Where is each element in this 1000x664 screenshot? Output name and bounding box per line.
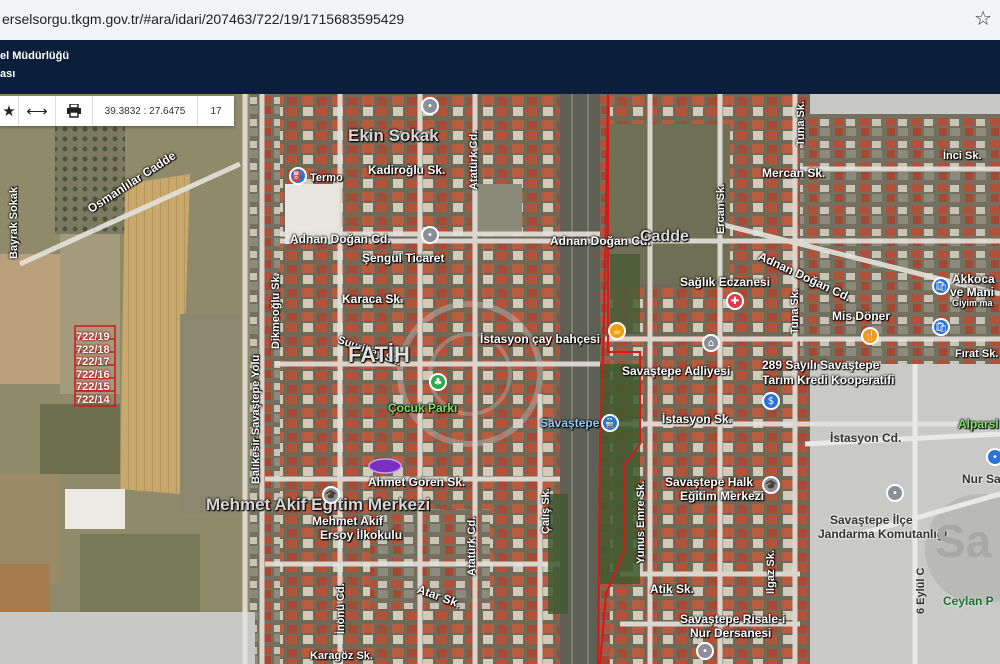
district-label: FATİH — [348, 342, 410, 367]
poi-label: Nur Dersanesi — [690, 626, 772, 640]
street-label: Ercan Sk. — [715, 183, 727, 234]
street-label: Bayrak Sokak — [8, 186, 20, 259]
street-label: Balıkesir Savaştepe Yolu — [250, 354, 262, 484]
train-station-icon[interactable]: 🚆 — [601, 414, 619, 432]
street-label: Tuna Sk. — [789, 288, 801, 334]
header-subtitle: ası — [0, 68, 16, 80]
coordinate-readout: 39.3832 : 27.6475 — [93, 96, 198, 126]
street-label: İstasyon Sk. — [662, 412, 733, 426]
street-label: Ahmet Gören Sk. — [368, 475, 466, 489]
street-label: Atatürk Cd. — [466, 516, 478, 576]
location-pin-icon[interactable]: • — [421, 97, 439, 115]
street-label: Cadde — [640, 228, 689, 245]
poi-label: ve Mani — [950, 285, 995, 299]
parcel-label[interactable]: 722/18 — [76, 344, 110, 357]
street-label: Karagöz Sk. — [310, 650, 373, 662]
poi-label: Mehmet Akif — [312, 514, 383, 528]
location-pin-icon[interactable]: • — [421, 226, 439, 244]
street-label: İnönü Cd. — [335, 583, 347, 634]
street-label: Kadiroğlu Sk. — [368, 163, 446, 177]
street-label: Çalış Sk. — [540, 488, 552, 534]
street-label: Atik Sk. — [650, 582, 695, 596]
poi-label: 289 Sayılı Savaştepe — [762, 358, 880, 372]
street-label: Ekin Sokak — [348, 126, 439, 145]
map-toolbar: ★ ⟷ 39.3832 : 27.6475 17 — [0, 96, 234, 126]
poi-label: Alparsl — [958, 417, 999, 431]
parcel-label[interactable]: 722/16 — [76, 369, 110, 382]
courthouse-icon[interactable]: ⌂ — [702, 334, 720, 352]
poi-label: Ceylan P — [943, 594, 994, 608]
url-text[interactable]: erselsorgu.tkgm.gov.tr/#ara/idari/207463… — [2, 11, 404, 27]
poi-label: Tarım Kredi Kooperatifi — [762, 373, 895, 387]
district-label: Sa — [935, 515, 992, 567]
poi-label: Mehmet Akif Eğitim Merkezi — [206, 495, 431, 514]
gas-station-icon[interactable]: ⛽ — [289, 167, 307, 185]
poi-label: Giyim ma — [952, 298, 993, 308]
street-label: 6 Eylül C — [915, 567, 927, 614]
poi-label: Savaştepe — [540, 416, 600, 430]
poi-label: Mis Döner — [832, 309, 891, 323]
street-label: Adnan Doğan Cd. — [550, 234, 651, 248]
location-pin-icon[interactable]: • — [696, 642, 714, 660]
bank-icon[interactable]: $ — [762, 392, 780, 410]
poi-label: Savaştepe Adliyesi — [622, 364, 731, 378]
restaurant-icon[interactable]: 🍴 — [861, 327, 879, 345]
poi-label: İstasyon çay bahçesi — [480, 332, 601, 346]
school-icon[interactable]: 🎓 — [322, 486, 340, 504]
street-label: Fırat Sk. — [955, 348, 999, 360]
poi-label: Sağlık Eczanesi — [680, 275, 771, 289]
poi-label: Jandarma Komutanlığı — [818, 527, 948, 541]
poi-label: Eğitim Merkezi — [680, 489, 765, 503]
poi-label: Savaştepe İlçe — [830, 513, 913, 527]
highlight-parcel-shape — [368, 458, 402, 474]
poi-label: Savaştepe Risale-i — [680, 612, 786, 626]
parcel-label[interactable]: 722/15 — [76, 381, 110, 394]
poi-label: Ersoy İlkokulu — [320, 528, 403, 542]
street-label: Yunus Emre Sk. — [635, 480, 647, 564]
location-pin-icon[interactable]: • — [986, 448, 1000, 466]
street-label: Adnan Doğan Cd. — [290, 232, 391, 246]
school-icon[interactable]: 🎓 — [762, 476, 780, 494]
street-label: Mercan Sk. — [762, 166, 826, 180]
street-label: Karaca Sk. — [342, 292, 404, 306]
shopping-icon[interactable]: 🛍 — [932, 318, 950, 336]
poi-label: Savaştepe Halk — [665, 475, 754, 489]
arrows-horizontal-icon[interactable]: ⟷ — [19, 96, 56, 126]
parcel-label[interactable]: 722/14 — [76, 394, 110, 407]
poi-label: Nur Sav — [962, 472, 1000, 486]
parcel-label-group[interactable]: 722/19 722/18 722/17 722/16 722/15 722/1… — [76, 331, 110, 406]
street-label: İstasyon Cd. — [830, 431, 902, 445]
pharmacy-icon[interactable]: ✚ — [726, 292, 744, 310]
location-pin-icon[interactable]: • — [886, 484, 904, 502]
printer-glyph — [67, 104, 81, 118]
app-header: el Müdürlüğü ası — [0, 40, 1000, 94]
street-label: İnci Sk. — [943, 150, 982, 162]
star-icon[interactable]: ★ — [0, 96, 19, 126]
cafe-icon[interactable]: ☕ — [608, 322, 626, 340]
poi-label: Şengül Ticaret — [362, 251, 445, 265]
parcel-label[interactable]: 722/17 — [76, 356, 110, 369]
street-label: Dikmeoğlu Sk. — [270, 273, 282, 349]
star-icon[interactable]: ☆ — [974, 6, 992, 30]
street-label: Tuna Sk. — [795, 100, 807, 146]
parcel-label[interactable]: 722/19 — [76, 331, 110, 344]
printer-icon[interactable] — [56, 96, 93, 126]
shopping-icon[interactable]: 🛍 — [932, 277, 950, 295]
street-label: Ilgaz Sk. — [765, 549, 777, 594]
browser-address-bar[interactable]: erselsorgu.tkgm.gov.tr/#ara/idari/207463… — [0, 0, 1000, 41]
poi-label: Akkoca — [952, 272, 995, 286]
park-icon[interactable]: ♣ — [429, 373, 447, 391]
header-title: el Müdürlüğü — [0, 50, 70, 62]
poi-label: Termo — [310, 172, 343, 184]
satellite-map[interactable]: Ekin Sokak Kadiroğlu Sk. Atatürk Cd. Adn… — [0, 94, 1000, 664]
street-label: Atatürk Cd. — [468, 130, 480, 190]
poi-label: Çocuk Parkı — [388, 401, 458, 415]
zoom-level-readout: 17 — [210, 105, 222, 117]
